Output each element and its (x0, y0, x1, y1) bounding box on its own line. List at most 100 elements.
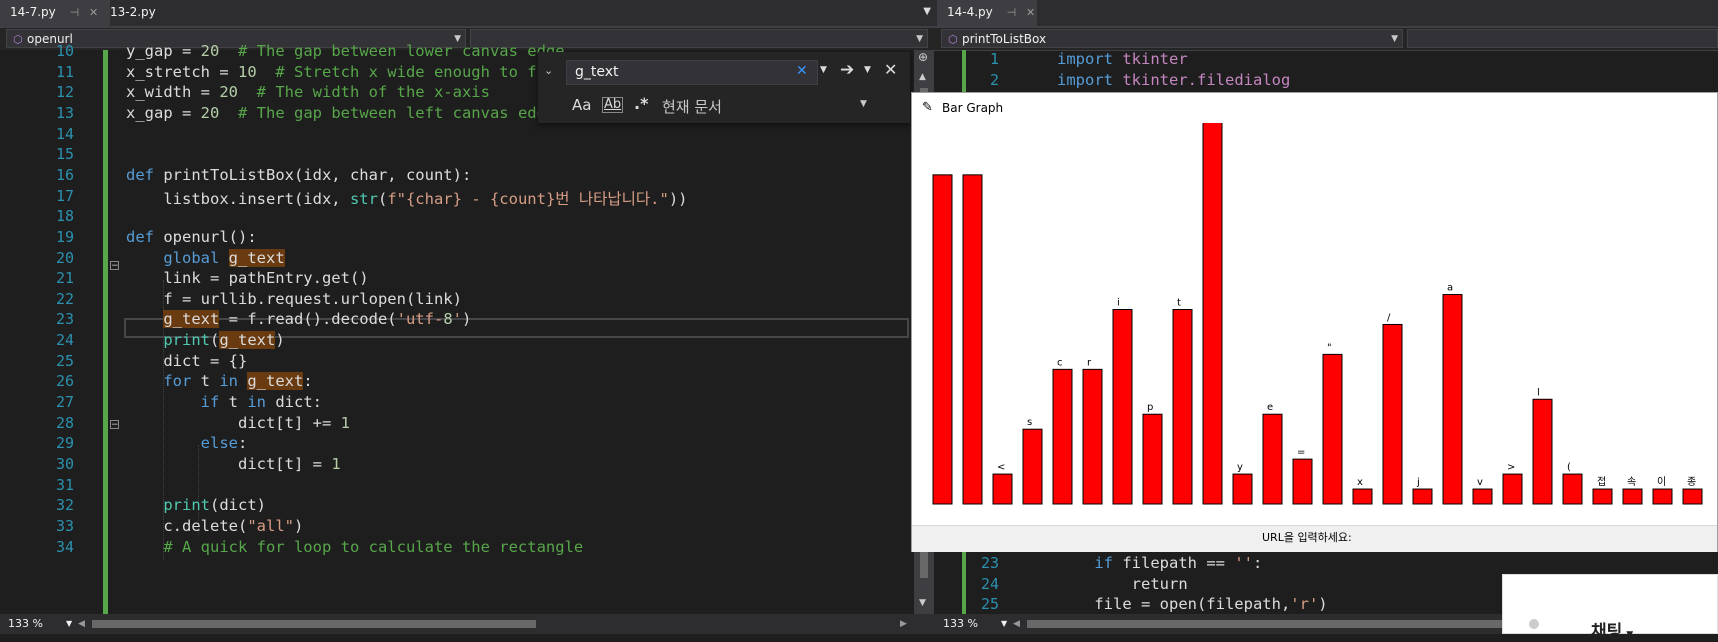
bar (1112, 309, 1133, 505)
code-line[interactable]: f = urllib.request.urlopen(link) (126, 290, 462, 308)
line-number: 11 (55, 62, 74, 81)
expand-replace-icon[interactable]: ⌄ (544, 64, 553, 77)
line-number: 30 (55, 455, 74, 473)
bar-label: t (1177, 298, 1181, 309)
bar-label: / (1387, 312, 1391, 323)
line-number: 23 (980, 554, 999, 572)
code-line[interactable]: global g_text (126, 248, 285, 267)
bar-label: 접 (1597, 476, 1606, 488)
bar (1292, 458, 1313, 505)
horizontal-scrollbar-thumb[interactable] (92, 620, 536, 628)
scope-dropdown[interactable]: ⬡ printToListBox ▼ (941, 29, 1403, 48)
split-handle-icon[interactable]: ⊕ (918, 50, 928, 64)
zoom-level[interactable]: 133 % (943, 614, 978, 634)
tab-overflow-icon[interactable]: ▼ (923, 6, 931, 17)
line-number: 28 (55, 413, 74, 432)
scroll-right-icon[interactable]: ▶ (900, 614, 907, 634)
code-line[interactable]: def printToListBox(idx, char, count): (126, 166, 471, 184)
tab-14-4[interactable]: 14-4.py ⊣ ✕ (937, 0, 1037, 26)
close-tab-icon[interactable]: ✕ (89, 6, 98, 19)
bar-label: l (1537, 387, 1540, 398)
code-line[interactable]: file = open(filepath,'r') (1057, 595, 1327, 613)
code-line[interactable]: link = pathEntry.get() (126, 269, 368, 287)
bar-label: y (1237, 462, 1243, 473)
find-next-arrow-icon[interactable]: ➔ (840, 60, 854, 80)
scroll-down-icon[interactable]: ▼ (919, 598, 926, 608)
code-line[interactable]: dict[t] += 1 (126, 414, 350, 432)
code-line[interactable]: if t in dict: (126, 393, 322, 411)
chat-title[interactable]: 채팅 ▼ (1591, 617, 1633, 642)
horizontal-scrollbar-thumb[interactable] (1027, 620, 1527, 628)
bar-label: c (1057, 357, 1063, 368)
code-line[interactable]: def openurl(): (126, 228, 257, 246)
line-number: 19 (55, 227, 74, 246)
line-number: 14 (55, 124, 74, 143)
code-line[interactable]: y_gap = 20 # The gap between lower canva… (126, 42, 565, 60)
tab-13-2[interactable]: 13-2.py (100, 0, 190, 26)
member-dropdown[interactable] (1407, 29, 1718, 48)
pin-icon[interactable]: ⊣ (1007, 6, 1017, 19)
bar-label: 종 (1687, 476, 1696, 488)
zoom-dropdown-icon[interactable]: ▼ (66, 614, 72, 634)
code-line[interactable]: import tkinter.filedialog (1057, 71, 1290, 89)
code-line[interactable]: dict = {} (126, 352, 247, 370)
close-find-icon[interactable]: ✕ (884, 60, 897, 79)
chat-panel[interactable]: 채팅 ▼ (1502, 574, 1718, 642)
whole-word-toggle[interactable]: Ab (602, 97, 624, 113)
fold-toggle-icon[interactable]: − (110, 261, 119, 271)
close-tab-icon[interactable]: ✕ (1026, 6, 1035, 19)
code-line[interactable]: else: (126, 434, 248, 452)
line-number: 26 (55, 372, 74, 391)
bar-label: < (997, 462, 1005, 473)
bar (1532, 398, 1553, 505)
scroll-up-icon[interactable]: ▲ (919, 72, 926, 82)
bar (1682, 488, 1703, 505)
bar (1142, 413, 1163, 505)
window-titlebar[interactable]: ✎ Bar Graph (912, 93, 1717, 123)
code-line[interactable]: g_text = f.read().decode('utf-8') (126, 310, 471, 329)
code-line[interactable]: import tkinter (1057, 50, 1188, 68)
bar-label: 이 (1657, 476, 1666, 488)
fold-toggle-icon[interactable]: − (110, 420, 119, 430)
line-number: 15 (55, 145, 74, 164)
code-line[interactable]: print(g_text) (126, 331, 285, 350)
code-line[interactable]: for t in g_text: (126, 372, 313, 391)
bar (992, 473, 1013, 505)
scroll-left-icon[interactable]: ◀ (78, 614, 85, 634)
url-entry-bar: URL을 입력하세요: (912, 525, 1717, 552)
search-scope-dropdown[interactable]: 현재 문서 ▼ (662, 96, 882, 117)
code-line[interactable]: # A quick for loop to calculate the rect… (126, 538, 583, 556)
bar-label: = (1297, 447, 1305, 458)
code-line[interactable]: dict[t] = 1 (126, 455, 341, 473)
code-line[interactable]: return (1057, 575, 1188, 593)
clear-search-icon[interactable]: ✕ (796, 63, 808, 79)
chevron-down-icon: ▼ (1626, 630, 1634, 640)
code-line[interactable]: x_stretch = 10 # Stretch x wide enough t… (126, 63, 574, 81)
pin-icon[interactable]: ⊣ (70, 6, 80, 19)
code-line[interactable]: x_width = 20 # The width of the x-axis (126, 83, 490, 101)
search-history-chevron-icon[interactable]: ▼ (820, 65, 827, 75)
code-line[interactable]: c.delete("all") (126, 517, 303, 535)
code-line[interactable]: listbox.insert(idx, str(f"{char} - {coun… (126, 187, 687, 209)
match-case-toggle[interactable]: Aa (572, 96, 591, 114)
search-input[interactable]: g_text (566, 60, 818, 85)
code-line[interactable]: print(dict) (126, 496, 266, 514)
line-number: 24 (980, 574, 999, 593)
bar-graph-window: ✎ Bar Graph < s c r i p t y e = " x / j a v > l (접 속 이 종 URL을… (911, 92, 1718, 552)
code-line[interactable]: if filepath == '': (1057, 554, 1262, 572)
bar (1382, 323, 1403, 505)
line-number: 13 (55, 103, 74, 122)
tab-label: 14-4.py (947, 5, 993, 19)
line-number: 29 (55, 434, 74, 453)
window-title: Bar Graph (942, 101, 1004, 115)
regex-toggle[interactable]: .* (634, 94, 648, 113)
scroll-left-icon[interactable]: ◀ (1013, 614, 1020, 634)
find-options-chevron-icon[interactable]: ▼ (864, 65, 871, 75)
line-number: 17 (55, 186, 74, 205)
bar-label: > (1507, 462, 1515, 473)
tab-14-7[interactable]: 14-7.py ⊣ ✕ (0, 0, 110, 26)
zoom-dropdown-icon[interactable]: ▼ (1001, 614, 1007, 634)
line-number: 20 (55, 248, 74, 267)
bar (1352, 488, 1373, 505)
zoom-level[interactable]: 133 % (8, 614, 43, 634)
